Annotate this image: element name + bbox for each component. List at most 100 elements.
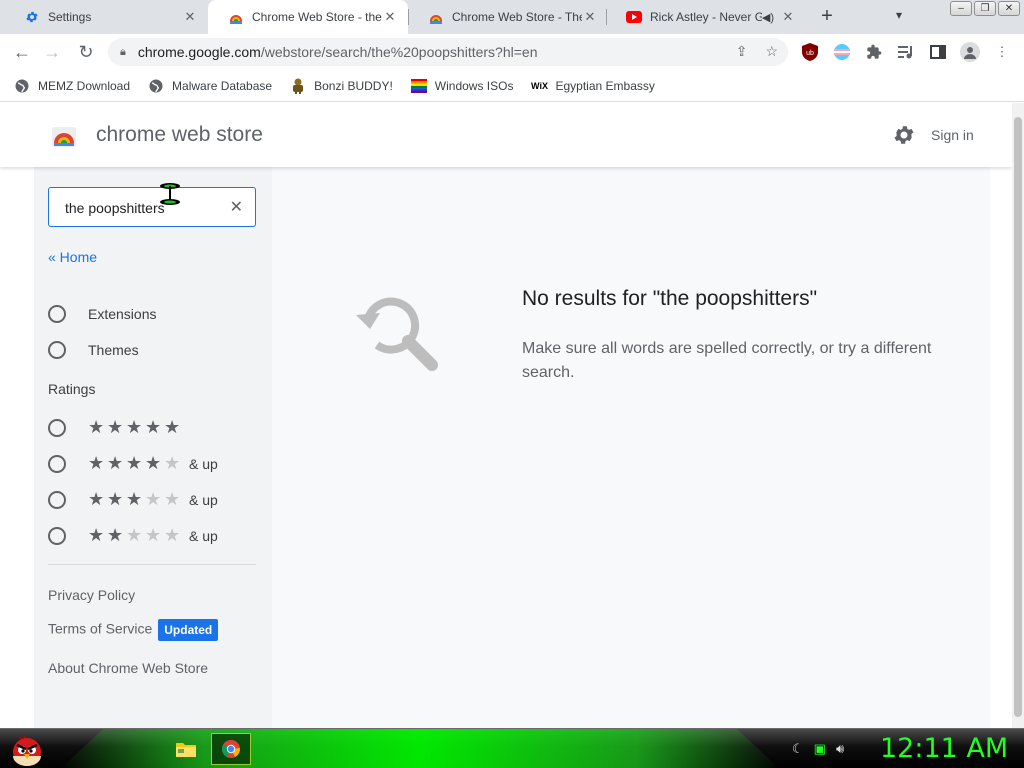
bookmark-windows-isos[interactable]: Windows ISOs	[410, 78, 513, 94]
kebab-menu-icon[interactable]: ⋮	[993, 43, 1011, 61]
and-up-label: & up	[189, 527, 218, 544]
star-empty-icon: ★	[145, 525, 162, 545]
tab-strip: Settings ✕ Chrome Web Store - the ✕ Chro…	[0, 0, 1024, 34]
rainbow-flag-icon	[410, 78, 427, 94]
search-input[interactable]	[65, 198, 225, 218]
star-filled-icon: ★	[164, 417, 181, 437]
search-results-area: No results for "the poopshitters" Make s…	[272, 167, 990, 728]
privacy-policy-link[interactable]: Privacy Policy	[48, 587, 135, 603]
share-icon[interactable]: ⇪	[736, 43, 748, 60]
clear-search-icon[interactable]: ✕	[230, 197, 243, 217]
bookmark-label: MEMZ Download	[38, 78, 131, 93]
browser-toolbar: ← → ↻ 🔒︎ chrome.google.com/webstore/sear…	[0, 34, 1024, 70]
home-link[interactable]: « Home	[48, 249, 97, 265]
close-tab-icon[interactable]: ✕	[382, 9, 398, 25]
tray-app-icon[interactable]: ☾	[792, 741, 804, 757]
media-queue-icon[interactable]	[897, 43, 915, 61]
page-scrollbar[interactable]	[1012, 103, 1024, 728]
updated-badge: Updated	[158, 619, 219, 641]
filter-label: Themes	[88, 342, 139, 358]
close-window-button[interactable]: ✕	[998, 1, 1020, 16]
terms-of-service-link[interactable]: Terms of Service	[48, 621, 152, 637]
filter-themes[interactable]: Themes	[48, 341, 139, 359]
webstore-icon	[428, 9, 444, 25]
bonzi-icon	[290, 78, 306, 94]
star-empty-icon: ★	[164, 525, 181, 545]
tab-title: Chrome Web Store - The	[452, 10, 582, 24]
scrollbar-thumb[interactable]	[1014, 117, 1022, 717]
taskbar-clock[interactable]: 12:11 AM	[880, 733, 1008, 764]
address-bar[interactable]: 🔒︎ chrome.google.com/webstore/search/the…	[108, 38, 788, 66]
network-icon[interactable]: ▣	[814, 741, 826, 757]
settings-gear-icon[interactable]	[892, 123, 916, 147]
extension-flag-icon[interactable]	[833, 43, 851, 61]
star-filled-icon: ★	[126, 489, 143, 509]
profile-avatar-icon[interactable]	[960, 42, 980, 62]
star-filled-icon: ★	[88, 489, 105, 509]
forward-arrow-icon[interactable]: →	[40, 41, 64, 63]
bookmark-bonzi-buddy[interactable]: Bonzi BUDDY!	[290, 78, 393, 94]
close-tab-icon[interactable]: ✕	[582, 9, 598, 25]
rating-filter-4[interactable]: ★ ★ ★ ★ ★ & up	[48, 453, 218, 474]
start-button-angry-bird-icon[interactable]	[8, 730, 46, 768]
about-store-link[interactable]: About Chrome Web Store	[48, 660, 208, 676]
bookmark-star-icon[interactable]: ☆	[765, 43, 778, 60]
tab-chrome-web-store-active[interactable]: Chrome Web Store - the ✕	[208, 0, 408, 34]
no-results-search-icon	[354, 293, 442, 373]
extensions-puzzle-icon[interactable]	[865, 43, 883, 61]
star-filled-icon: ★	[126, 417, 143, 437]
tab-title: Settings	[48, 10, 92, 24]
back-arrow-icon[interactable]: ←	[10, 41, 34, 63]
bookmark-label: Egyptian Embassy	[555, 78, 655, 93]
ublock-origin-icon[interactable]: ub	[801, 43, 819, 61]
lock-icon[interactable]: 🔒︎	[120, 46, 126, 59]
rating-stars: ★ ★ ★ ★ ★	[88, 417, 183, 438]
star-filled-icon: ★	[145, 453, 162, 473]
chrome-web-store-logo[interactable]	[50, 121, 78, 149]
tab-chrome-web-store[interactable]: Chrome Web Store - The ✕	[408, 0, 608, 34]
tab-youtube[interactable]: Rick Astley - Never G ◀) ✕	[606, 0, 806, 34]
folder-icon	[176, 743, 196, 757]
side-panel-icon[interactable]	[929, 43, 947, 61]
bookmark-egyptian-embassy[interactable]: WiX Egyptian Embassy	[531, 78, 655, 94]
close-tab-icon[interactable]: ✕	[182, 9, 198, 25]
radio-button[interactable]	[48, 490, 66, 509]
radio-button[interactable]	[48, 418, 66, 437]
window-controls: – ❐ ✕	[950, 1, 1020, 16]
svg-text:ub: ub	[806, 50, 814, 57]
new-tab-button[interactable]: +	[816, 5, 838, 27]
taskbar-file-explorer[interactable]	[166, 733, 206, 765]
star-filled-icon: ★	[107, 525, 124, 545]
ratings-heading: Ratings	[48, 381, 96, 397]
store-title[interactable]: chrome web store	[96, 123, 263, 147]
tab-search-chevron-icon[interactable]: ▾	[896, 8, 902, 22]
speaker-icon[interactable]: ◀)	[762, 11, 774, 24]
restore-button[interactable]: ❐	[974, 1, 996, 16]
store-search-box[interactable]: ✕	[48, 187, 256, 227]
filter-extensions[interactable]: Extensions	[48, 305, 156, 323]
rating-filter-3[interactable]: ★ ★ ★ ★ ★ & up	[48, 489, 218, 510]
star-filled-icon: ★	[145, 417, 162, 437]
bookmark-malware-database[interactable]: Malware Database	[148, 78, 272, 94]
minimize-button[interactable]: –	[950, 1, 972, 16]
radio-button[interactable]	[48, 341, 66, 359]
rating-filter-2[interactable]: ★ ★ ★ ★ ★ & up	[48, 525, 218, 546]
sidebar-divider	[48, 564, 256, 565]
radio-button[interactable]	[48, 454, 66, 473]
radio-button[interactable]	[48, 526, 66, 545]
sign-in-link[interactable]: Sign in	[931, 127, 974, 143]
tab-settings[interactable]: Settings ✕	[4, 0, 208, 34]
star-filled-icon: ★	[88, 453, 105, 473]
taskbar-chrome[interactable]	[211, 733, 251, 765]
store-sidebar: ✕ « Home Extensions Themes Ratings ★★★★★…	[34, 167, 272, 728]
no-results-heading: No results for "the poopshitters"	[522, 287, 818, 310]
tab-title: Rick Astley - Never G	[650, 10, 762, 24]
rating-filter-5[interactable]: ★ ★ ★ ★ ★	[48, 417, 183, 438]
bookmark-memz-download[interactable]: MEMZ Download	[14, 78, 130, 94]
close-tab-icon[interactable]: ✕	[780, 9, 796, 25]
volume-icon[interactable]: 🔊︎	[836, 741, 844, 757]
radio-button[interactable]	[48, 305, 66, 323]
webstore-icon	[228, 9, 244, 25]
reload-icon[interactable]: ↻	[74, 41, 98, 63]
star-filled-icon: ★	[107, 417, 124, 437]
